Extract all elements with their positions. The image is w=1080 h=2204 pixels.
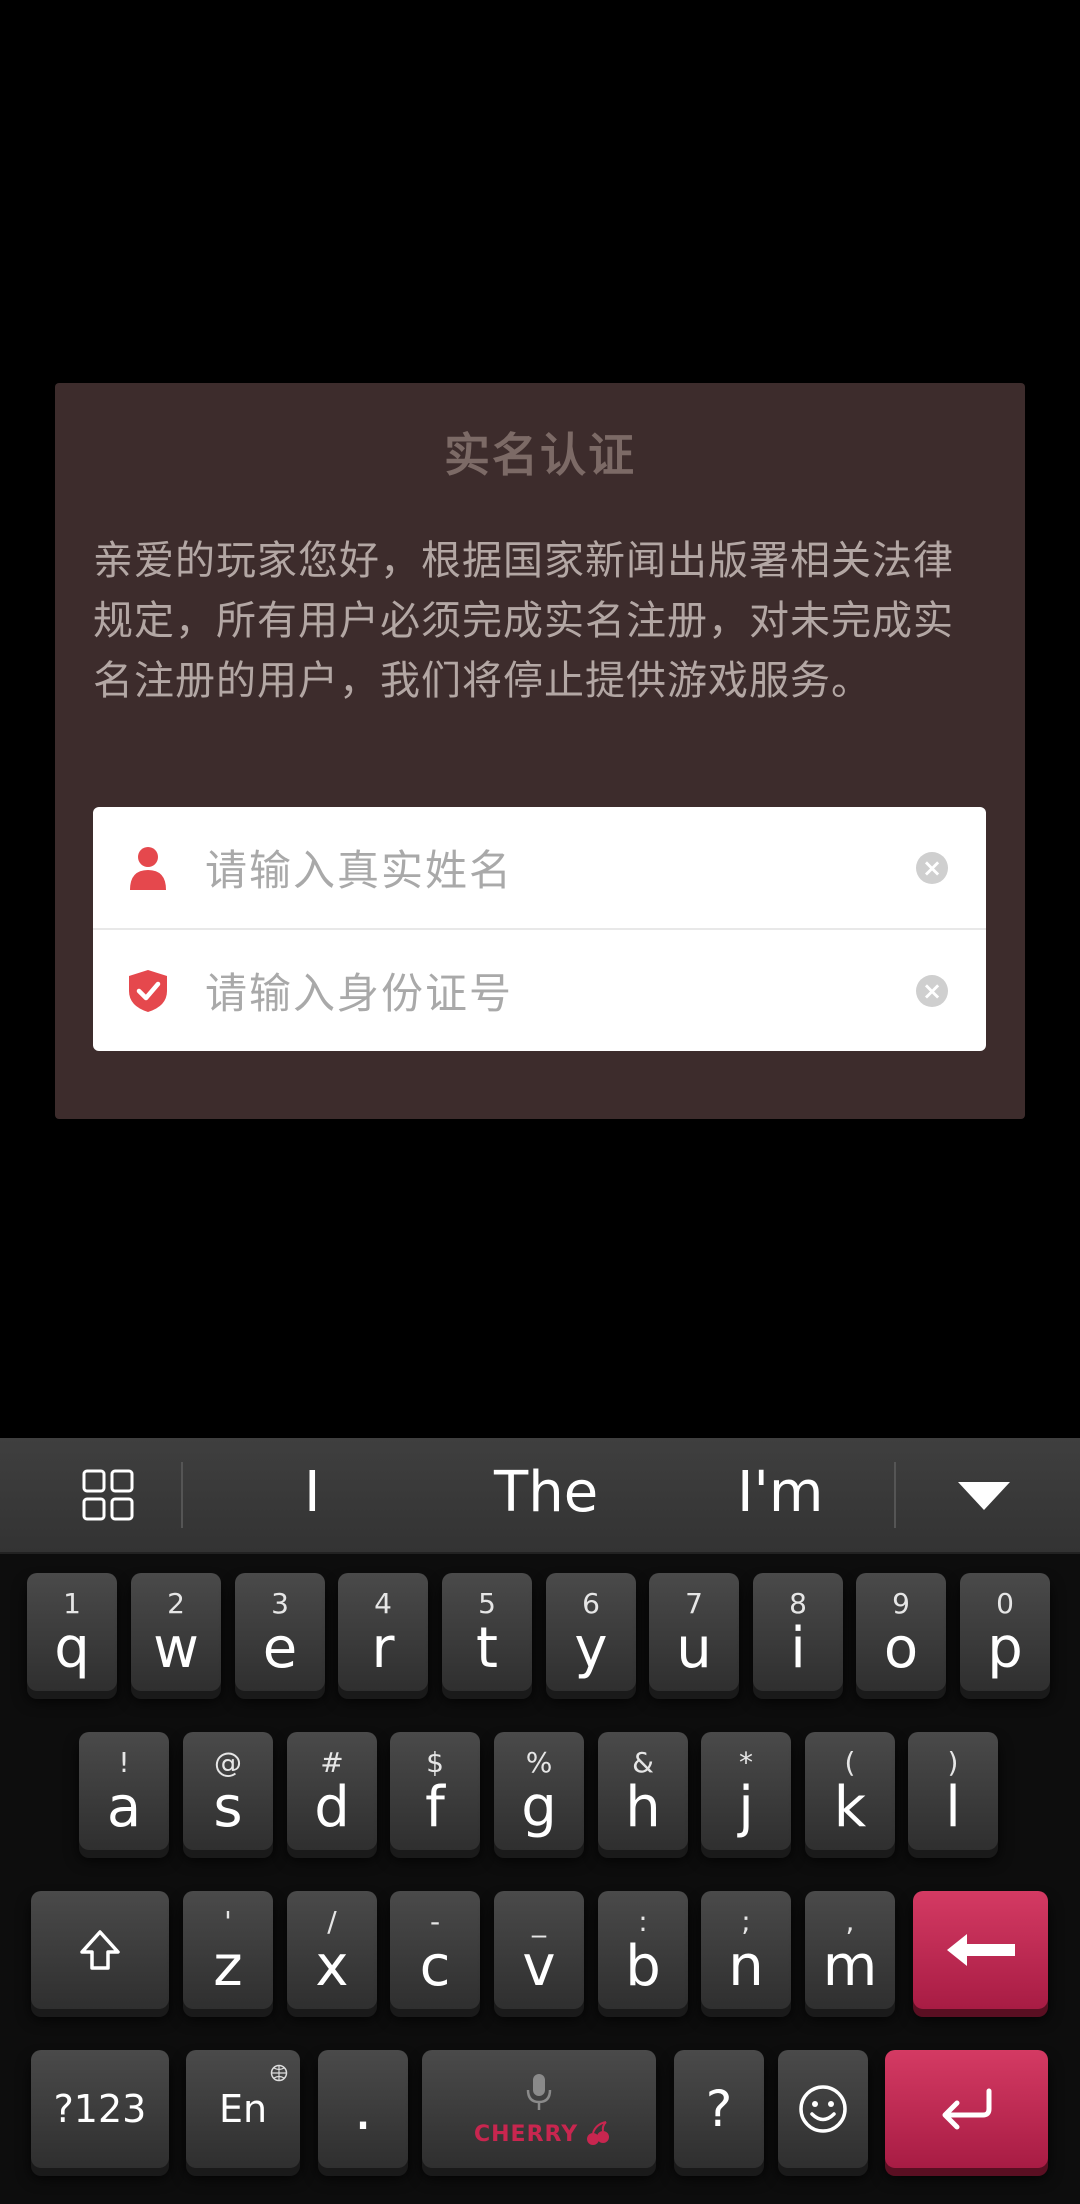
globe-icon [270, 2064, 288, 2082]
emoji-key[interactable] [778, 2050, 868, 2168]
suggestion-2[interactable]: The [494, 1460, 598, 1525]
period-key[interactable]: . [318, 2050, 408, 2168]
name-field[interactable]: 请输入真实姓名 × [93, 807, 986, 930]
key-e[interactable]: 3e [235, 1573, 325, 1691]
key-k[interactable]: (k [805, 1732, 895, 1850]
key-s[interactable]: @ s [183, 1732, 273, 1850]
key-y[interactable]: 6y [546, 1573, 636, 1691]
key-p[interactable]: 0p [960, 1573, 1050, 1691]
language-key[interactable]: En [186, 2050, 300, 2168]
key-v[interactable]: _ v [494, 1891, 584, 2009]
id-placeholder: 请输入身份证号 [205, 969, 514, 1018]
real-name-dialog: 实名认证 亲爱的玩家您好，根据国家新闻出版署相关法律规定，所有用户必须完成实名注… [55, 383, 1025, 1119]
suggestion-bar: I The I'm [0, 1438, 1080, 1554]
key-f[interactable]: $ f [390, 1732, 480, 1850]
enter-arrow-icon [942, 2088, 991, 2130]
spacebar[interactable]: CHERRY [422, 2050, 656, 2168]
key-h[interactable]: & h [598, 1732, 688, 1850]
cherry-brand-label: CHERRY [474, 2122, 579, 2147]
name-placeholder: 请输入真实姓名 [205, 846, 514, 895]
id-number-field[interactable]: 请输入身份证号 × [93, 930, 986, 1051]
dialog-message: 亲爱的玩家您好，根据国家新闻出版署相关法律规定，所有用户必须完成实名注册，对未完… [93, 538, 954, 704]
emoji-smile-icon [799, 2085, 847, 2133]
verification-form: 请输入真实姓名 × 请输入身份证号 × [93, 807, 986, 1051]
key-n[interactable]: ; n [701, 1891, 791, 2009]
user-icon [130, 846, 166, 890]
clear-name-icon[interactable]: × [916, 851, 948, 884]
collapse-keyboard-icon[interactable] [958, 1482, 1010, 1512]
key-b[interactable]: :b [598, 1891, 688, 2009]
key-a[interactable]: ! a [79, 1732, 169, 1850]
key-t[interactable]: 5t [442, 1573, 532, 1691]
suggestion-1[interactable]: I [304, 1460, 321, 1525]
key-m[interactable]: ,m [805, 1891, 895, 2009]
suggestion-divider [894, 1462, 896, 1528]
suggestion-3[interactable]: I'm [737, 1460, 823, 1525]
key-r[interactable]: 4r [338, 1573, 428, 1691]
key-d[interactable]: # d [287, 1732, 377, 1850]
key-c[interactable]: -c [390, 1891, 480, 2009]
clear-id-icon[interactable]: × [916, 974, 948, 1007]
microphone-icon [526, 2074, 552, 2110]
key-l[interactable]: ) l [908, 1732, 998, 1850]
cherry-logo-icon [587, 2121, 609, 2145]
key-z[interactable]: ' z [183, 1891, 273, 2009]
symbols-key[interactable]: ?123 [31, 2050, 169, 2168]
key-w[interactable]: 2w [131, 1573, 221, 1691]
key-g[interactable]: % g [494, 1732, 584, 1850]
shift-key[interactable] [31, 1891, 169, 2009]
backspace-key[interactable] [913, 1891, 1048, 2009]
key-j[interactable]: * j [701, 1732, 791, 1850]
grid-menu-icon[interactable] [82, 1469, 134, 1521]
suggestion-divider [181, 1462, 183, 1528]
key-q[interactable]: 1q [27, 1573, 117, 1691]
backspace-arrow-icon [946, 1934, 1015, 1966]
dialog-title: 实名认证 [444, 428, 636, 482]
key-x[interactable]: / x [287, 1891, 377, 2009]
key-o[interactable]: 9o [856, 1573, 946, 1691]
keyboard: I The I'm 1q 2w 3e 4r 5t 6y 7u 8i 9o 0p … [0, 1438, 1080, 2204]
shield-check-icon [129, 969, 167, 1012]
shift-arrow-icon [80, 1930, 120, 1970]
question-key[interactable]: ? [674, 2050, 764, 2168]
key-i[interactable]: 8i [753, 1573, 843, 1691]
key-u[interactable]: 7u [649, 1573, 739, 1691]
enter-key[interactable] [885, 2050, 1048, 2168]
